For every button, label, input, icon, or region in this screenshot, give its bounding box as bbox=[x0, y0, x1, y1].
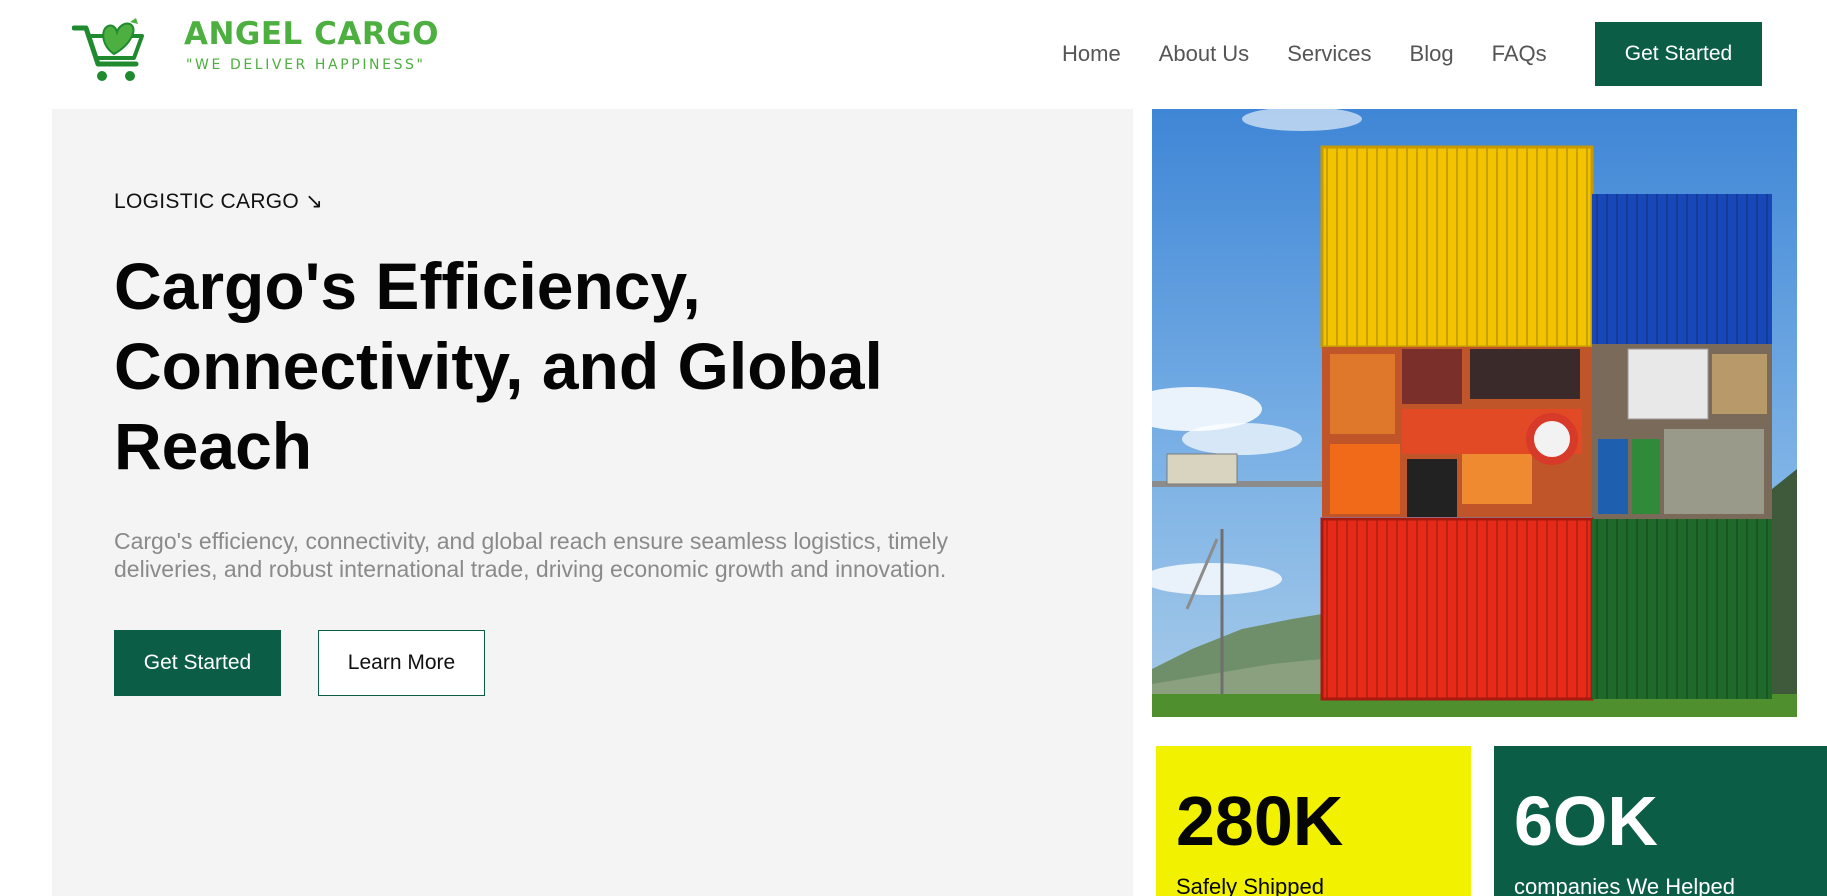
hero-eyebrow: LOGISTIC CARGO ↘ bbox=[114, 190, 324, 213]
brand-tagline: "WE DELIVER HAPPINESS" bbox=[186, 57, 426, 73]
nav-item-about-us[interactable]: About Us bbox=[1159, 41, 1250, 67]
stat-card-companies: 6OK companies We Helped bbox=[1494, 746, 1827, 896]
nav-item-services[interactable]: Services bbox=[1287, 41, 1371, 67]
stat-value: 6OK bbox=[1514, 782, 1658, 860]
hero-title: Cargo's Efficiency, Connectivity, and Gl… bbox=[114, 249, 883, 483]
stat-label: Safely Shipped bbox=[1176, 874, 1324, 896]
nav-item-blog[interactable]: Blog bbox=[1410, 41, 1454, 67]
stat-card-shipped: 280K Safely Shipped bbox=[1156, 746, 1471, 896]
page: ANGEL CARGO "WE DELIVER HAPPINESS" Home … bbox=[0, 0, 1827, 896]
hero-description: Cargo's efficiency, connectivity, and gl… bbox=[114, 528, 949, 582]
hero-panel: LOGISTIC CARGO ↘ Cargo's Efficiency, Con… bbox=[52, 109, 1133, 896]
containers-illustration bbox=[1152, 109, 1797, 717]
shopping-cart-heart-icon bbox=[72, 18, 144, 81]
stat-label: companies We Helped bbox=[1514, 874, 1735, 896]
brand-logo[interactable]: ANGEL CARGO "WE DELIVER HAPPINESS" bbox=[72, 16, 439, 86]
hero-get-started-button[interactable]: Get Started bbox=[114, 630, 281, 696]
stat-value: 280K bbox=[1176, 782, 1344, 860]
nav-item-faqs[interactable]: FAQs bbox=[1492, 41, 1547, 67]
hero-learn-more-button[interactable]: Learn More bbox=[318, 630, 485, 696]
nav-item-home[interactable]: Home bbox=[1062, 41, 1121, 67]
hero-containers-image bbox=[1152, 109, 1797, 717]
brand-name: ANGEL CARGO bbox=[184, 16, 440, 52]
header-get-started-button[interactable]: Get Started bbox=[1595, 22, 1762, 86]
main-nav: Home About Us Services Blog FAQs bbox=[1062, 22, 1585, 86]
